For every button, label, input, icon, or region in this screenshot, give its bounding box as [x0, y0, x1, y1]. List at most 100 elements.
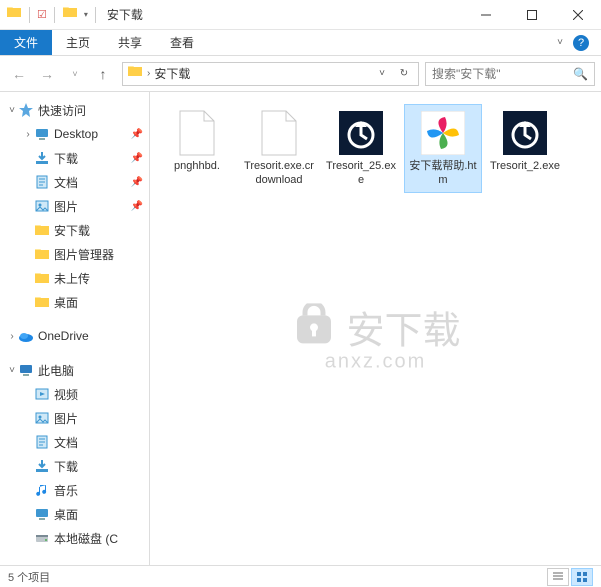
- chevron-down-icon[interactable]: ˅: [6, 365, 18, 376]
- close-button[interactable]: [555, 0, 601, 30]
- folder-icon: [6, 4, 22, 25]
- statusbar: 5 个项目: [0, 565, 601, 587]
- back-button[interactable]: ←: [6, 61, 32, 87]
- minimize-button[interactable]: [463, 0, 509, 30]
- pin-icon: 📌: [131, 201, 143, 212]
- folder-icon: [34, 246, 50, 262]
- downloads-icon: [34, 150, 50, 166]
- sidebar-item-label: 文档: [54, 174, 78, 191]
- pictures-icon: [34, 410, 50, 426]
- sidebar-onedrive[interactable]: › OneDrive: [0, 324, 149, 348]
- file-item[interactable]: Tresorit.exe.crdownload: [240, 104, 318, 193]
- separator: [54, 7, 55, 23]
- sidebar-item[interactable]: 未上传: [0, 266, 149, 290]
- sidebar-item-label: 图片: [54, 198, 78, 215]
- file-item[interactable]: pnghhbd.: [158, 104, 236, 193]
- forward-button[interactable]: →: [34, 61, 60, 87]
- address-dropdown-icon[interactable]: ˅: [372, 64, 392, 84]
- documents-icon: [34, 434, 50, 450]
- tab-file[interactable]: 文件: [0, 30, 52, 55]
- pictures-icon: [34, 198, 50, 214]
- address-segment[interactable]: 安下载: [154, 65, 190, 82]
- sidebar-label: OneDrive: [38, 329, 89, 343]
- file-label: Tresorit.exe.crdownload: [243, 159, 315, 188]
- tab-home[interactable]: 主页: [52, 30, 104, 55]
- file-icon: [501, 109, 549, 157]
- sidebar-item[interactable]: 下载 📌: [0, 146, 149, 170]
- address-bar[interactable]: › 安下载 ˅ ↻: [122, 62, 419, 86]
- chevron-right-icon[interactable]: ›: [147, 68, 150, 79]
- file-label: Tresorit_2.exe: [490, 159, 560, 173]
- quick-access-icon: [18, 102, 34, 118]
- sidebar-this-pc[interactable]: ˅ 此电脑: [0, 358, 149, 382]
- maximize-button[interactable]: [509, 0, 555, 30]
- search-icon[interactable]: 🔍: [573, 67, 588, 81]
- sidebar-item[interactable]: 桌面: [0, 502, 149, 526]
- separator: [95, 7, 96, 23]
- qat-check-icon[interactable]: ☑: [37, 8, 47, 21]
- sidebar-item[interactable]: 图片: [0, 406, 149, 430]
- sidebar-item[interactable]: 图片 📌: [0, 194, 149, 218]
- sidebar-item[interactable]: 音乐: [0, 478, 149, 502]
- sidebar-item[interactable]: ›Desktop📌: [0, 122, 149, 146]
- up-button[interactable]: ↑: [90, 61, 116, 87]
- help-icon[interactable]: ?: [573, 35, 589, 51]
- watermark: 安下载 anxz.com: [290, 299, 460, 373]
- search-input[interactable]: [432, 67, 573, 81]
- sidebar-item[interactable]: 本地磁盘 (C: [0, 526, 149, 550]
- sidebar-item[interactable]: 图片管理器: [0, 242, 149, 266]
- sidebar-quick-access[interactable]: ˅ 快速访问: [0, 98, 149, 122]
- content-area[interactable]: pnghhbd.Tresorit.exe.crdownload Tresorit_…: [150, 92, 601, 565]
- details-view-button[interactable]: [547, 568, 569, 586]
- search-box[interactable]: 🔍: [425, 62, 595, 86]
- icons-view-button[interactable]: [571, 568, 593, 586]
- file-icon: [255, 109, 303, 157]
- file-item[interactable]: 安下载帮助.htm: [404, 104, 482, 193]
- view-switcher: [547, 568, 593, 586]
- sidebar-item-label: 视频: [54, 386, 78, 403]
- sidebar-item[interactable]: 桌面: [0, 290, 149, 314]
- sidebar-item-label: 下载: [54, 458, 78, 475]
- qat-dropdown-icon[interactable]: ▾: [84, 10, 88, 19]
- chevron-right-icon[interactable]: ›: [22, 129, 34, 140]
- sidebar-item-label: 图片管理器: [54, 246, 114, 263]
- sidebar-item-label: 本地磁盘 (C: [54, 530, 118, 547]
- ribbon-expand-icon[interactable]: ˅: [557, 37, 563, 48]
- watermark-sub: anxz.com: [325, 350, 427, 373]
- sidebar: ˅ 快速访问 ›Desktop📌 下载 📌 文档📌 图片 📌 安下载 图片管理器 未…: [0, 92, 150, 565]
- sidebar-item-label: 未上传: [54, 270, 90, 287]
- sidebar-item-label: 文档: [54, 434, 78, 451]
- recent-dropdown[interactable]: ˅: [62, 61, 88, 87]
- folder-icon: [34, 294, 50, 310]
- pin-icon: 📌: [131, 153, 143, 164]
- status-count: 5 个项目: [8, 569, 50, 585]
- files-grid: pnghhbd.Tresorit.exe.crdownload Tresorit_…: [158, 104, 593, 193]
- nav-row: ← → ˅ ↑ › 安下载 ˅ ↻ 🔍: [0, 56, 601, 92]
- sidebar-item[interactable]: 安下载: [0, 218, 149, 242]
- sidebar-item-label: 图片: [54, 410, 78, 427]
- chevron-right-icon[interactable]: ›: [6, 331, 18, 342]
- file-item[interactable]: Tresorit_2.exe: [486, 104, 564, 193]
- separator: [29, 7, 30, 23]
- tab-share[interactable]: 共享: [104, 30, 156, 55]
- file-label: Tresorit_25.exe: [325, 159, 397, 188]
- sidebar-item[interactable]: 文档📌: [0, 170, 149, 194]
- folder-icon: [34, 270, 50, 286]
- window-title: 安下载: [107, 6, 143, 23]
- sidebar-item[interactable]: 视频: [0, 382, 149, 406]
- tab-view[interactable]: 查看: [156, 30, 208, 55]
- file-item[interactable]: Tresorit_25.exe: [322, 104, 400, 193]
- disk-icon: [34, 530, 50, 546]
- sidebar-item[interactable]: 文档: [0, 430, 149, 454]
- sidebar-item-label: 音乐: [54, 482, 78, 499]
- chevron-down-icon[interactable]: ˅: [6, 105, 18, 116]
- sidebar-item-label: 下载: [54, 150, 78, 167]
- refresh-icon[interactable]: ↻: [394, 64, 414, 84]
- this-pc-icon: [18, 362, 34, 378]
- onedrive-icon: [18, 328, 34, 344]
- sidebar-label: 快速访问: [38, 102, 86, 119]
- music-icon: [34, 482, 50, 498]
- folder-icon: [34, 222, 50, 238]
- sidebar-item[interactable]: 下载: [0, 454, 149, 478]
- folder-icon: [62, 4, 78, 25]
